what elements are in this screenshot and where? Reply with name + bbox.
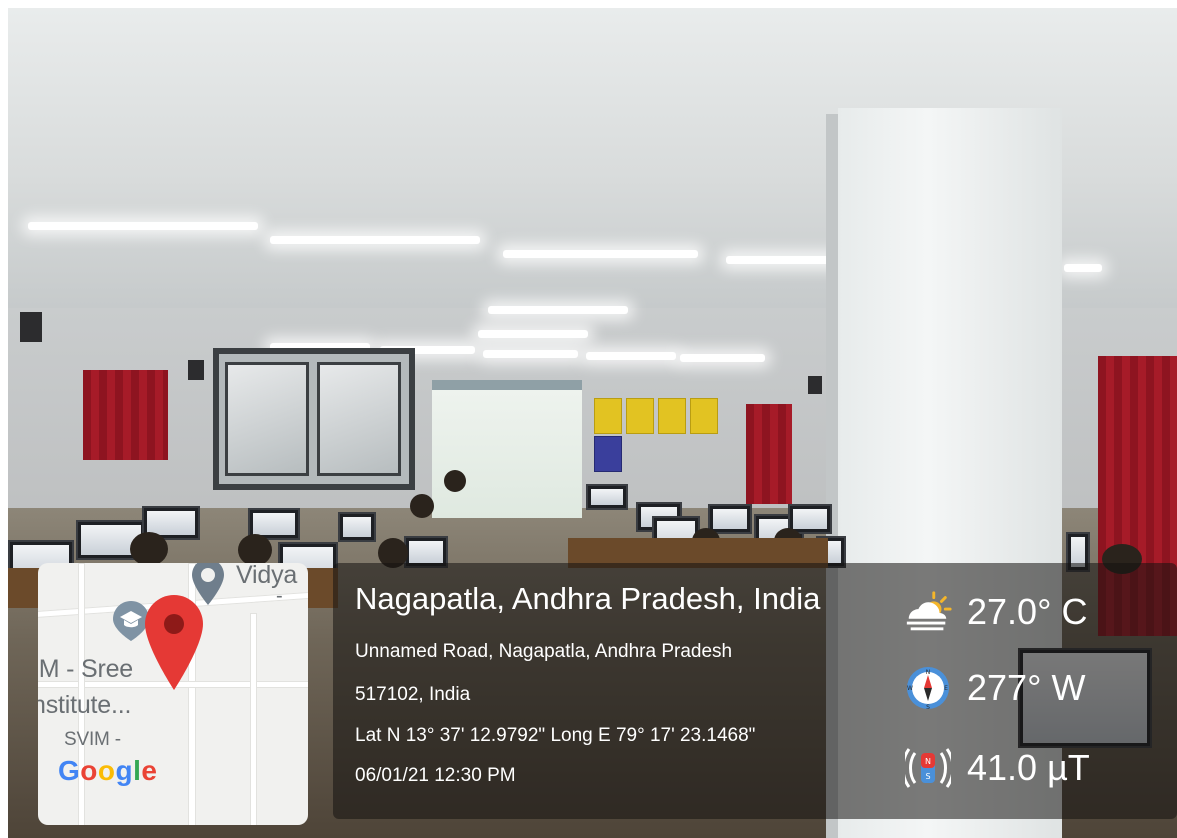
wall-poster — [658, 398, 686, 434]
magnet-icon: N S — [903, 743, 953, 793]
google-logo-letter: o — [80, 755, 98, 786]
map-road — [250, 613, 257, 825]
wall-poster — [594, 398, 622, 434]
ceiling-light — [1064, 264, 1102, 272]
photo-frame: Vidya - IM - Sree nstitute... SVIM - Goo… — [8, 8, 1177, 838]
partly-cloudy-icon — [903, 587, 953, 637]
ceiling-light — [478, 330, 588, 338]
google-logo-letter: g — [115, 755, 134, 786]
svg-text:W: W — [907, 685, 913, 692]
projector-screen — [432, 380, 582, 518]
ceiling-light — [586, 352, 676, 360]
wall-poster — [626, 398, 654, 434]
instructor — [444, 470, 466, 492]
curtain — [83, 370, 168, 460]
student — [130, 532, 168, 566]
direction-value: 277° W — [967, 667, 1086, 708]
map-label-vidya: Vidya — [236, 563, 298, 589]
temperature-value: 27.0° C — [967, 591, 1088, 632]
map-thumbnail[interactable]: Vidya - IM - Sree nstitute... SVIM - Goo… — [38, 563, 308, 825]
glass-cabin — [213, 348, 415, 490]
svg-text:N: N — [926, 669, 931, 676]
student — [238, 534, 272, 566]
compass-icon: N S W E — [903, 663, 953, 713]
ceiling-light — [270, 236, 480, 244]
coordinates: Lat N 13° 37' 12.9792" Long E 79° 17' 23… — [355, 725, 756, 746]
google-logo: Google — [58, 755, 157, 787]
student — [410, 494, 434, 518]
ceiling-light — [680, 354, 765, 362]
svg-text:S: S — [926, 704, 930, 711]
address-line: Unnamed Road, Nagapatla, Andhra Pradesh — [355, 641, 733, 662]
ceiling-light — [28, 222, 258, 230]
svg-text:S: S — [925, 772, 930, 781]
map-label-institute: nstitute... — [38, 691, 132, 719]
wall-speaker — [188, 360, 204, 380]
google-logo-letter: o — [97, 755, 116, 786]
wall-poster — [594, 436, 622, 472]
map-label-dash: - — [276, 585, 283, 607]
google-logo-letter: e — [141, 755, 158, 786]
address-postal: 517102, India — [355, 684, 471, 705]
timestamp: 06/01/21 12:30 PM — [355, 765, 516, 786]
computer-monitor — [338, 512, 376, 542]
direction-reading: N S W E 277° W — [903, 662, 1085, 714]
computer-monitor — [708, 504, 752, 534]
temperature-reading: 27.0° C — [903, 586, 1087, 638]
computer-monitor — [586, 484, 628, 510]
svg-text:E: E — [944, 685, 948, 692]
svg-text:N: N — [925, 757, 931, 766]
map-label-svim: SVIM - — [64, 729, 121, 750]
magnetic-value: 41.0 µT — [967, 747, 1090, 788]
location-pin-icon — [145, 595, 203, 690]
wall-speaker — [808, 376, 822, 394]
wall-speaker — [20, 312, 42, 342]
ceiling-light — [483, 350, 578, 358]
location-title: Nagapatla, Andhra Pradesh, India — [355, 581, 821, 616]
map-label-institute: IM - Sree — [38, 655, 133, 683]
ceiling-light — [726, 256, 836, 264]
google-logo-letter: l — [133, 755, 142, 786]
ceiling-light — [488, 306, 628, 314]
ceiling-light — [503, 250, 698, 258]
wall-poster — [690, 398, 718, 434]
curtain — [746, 404, 792, 504]
google-logo-letter: G — [58, 755, 81, 786]
magnetic-reading: N S 41.0 µT — [903, 742, 1090, 794]
